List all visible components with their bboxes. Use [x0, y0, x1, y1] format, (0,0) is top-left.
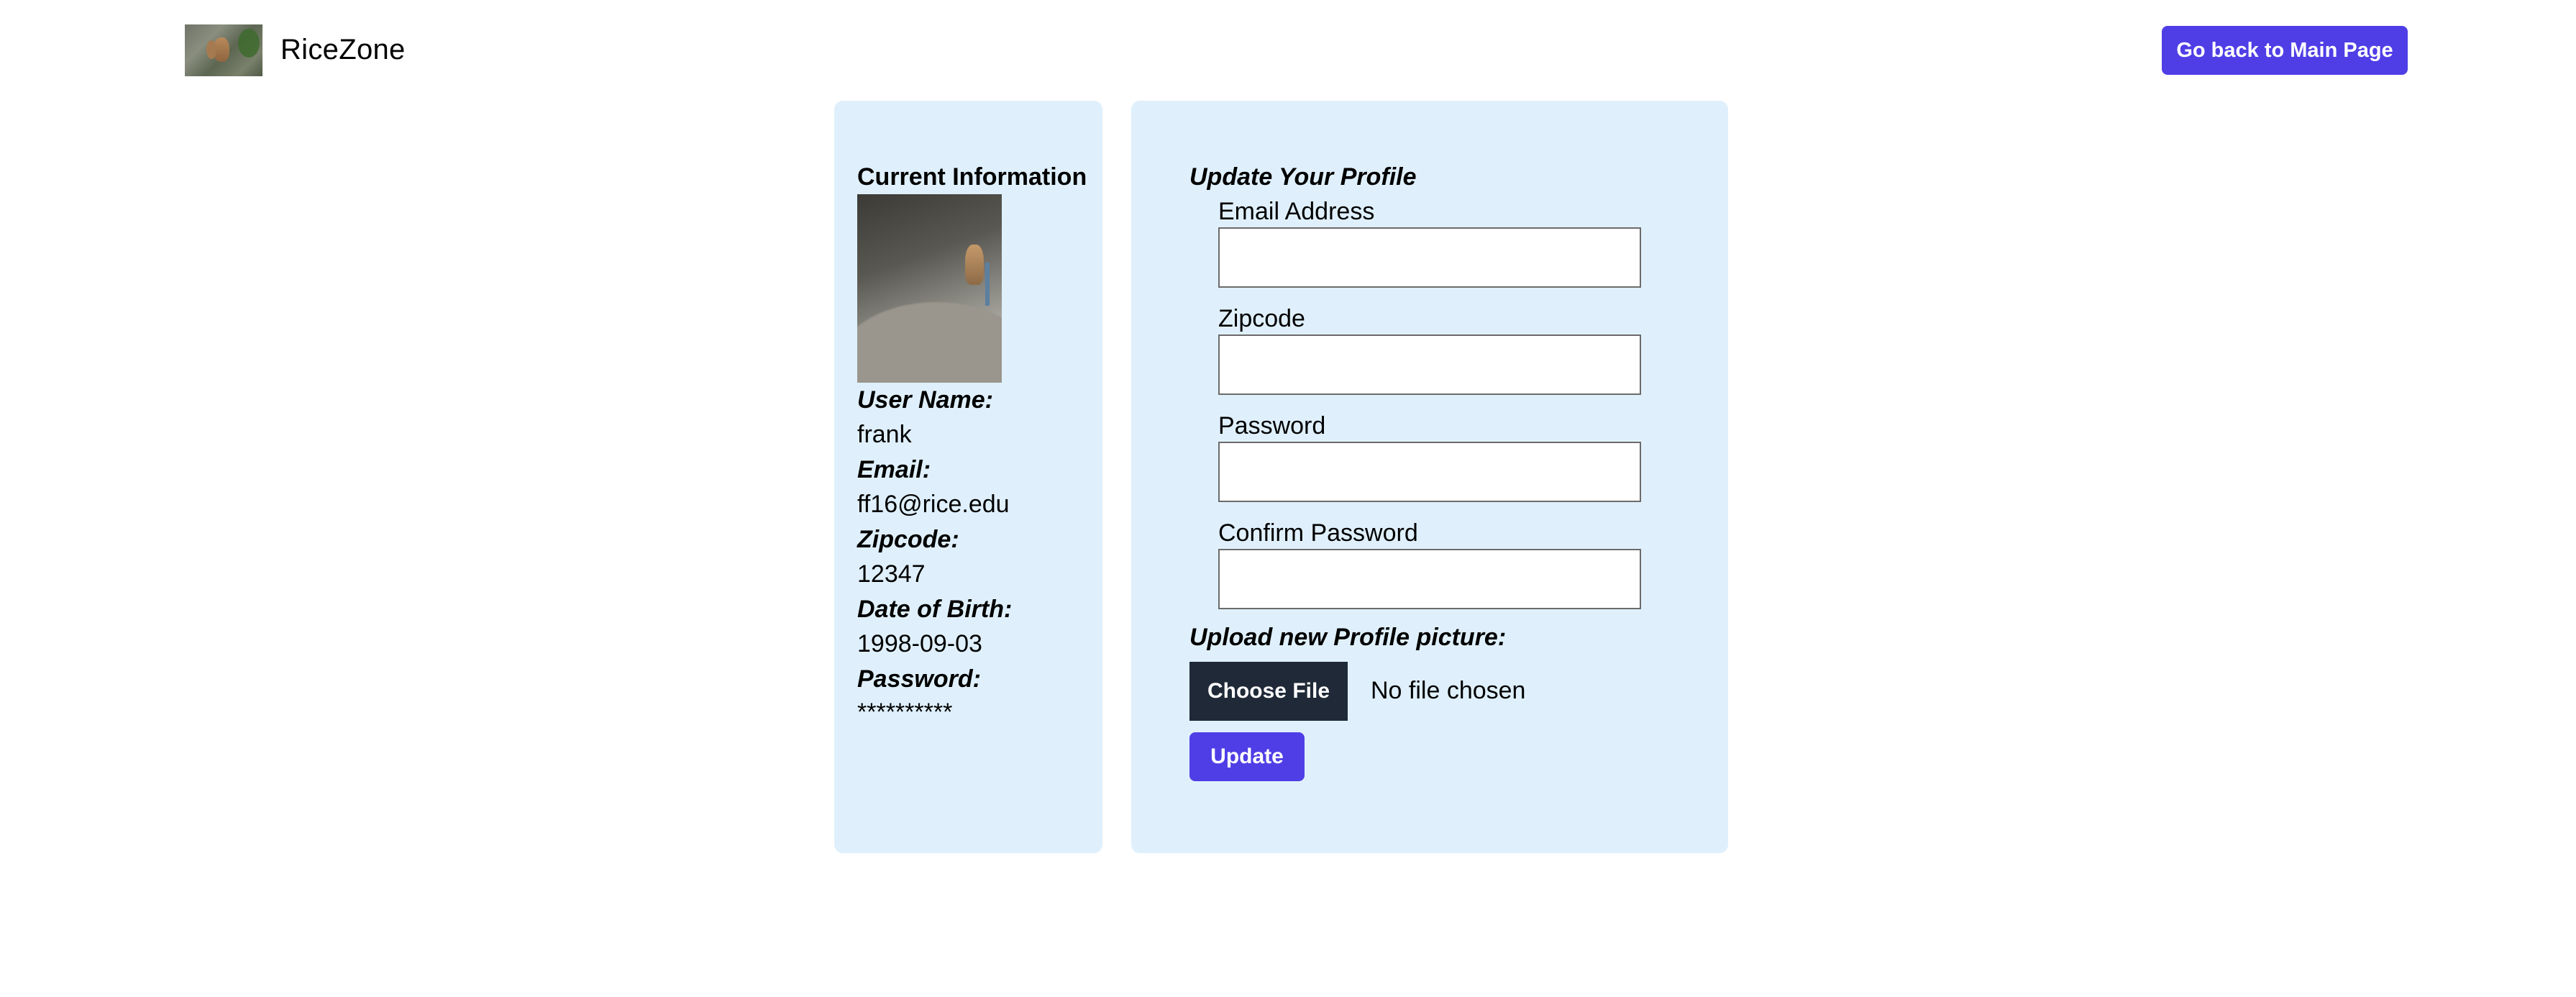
upload-picture-title: Upload new Profile picture:	[1189, 624, 1507, 651]
app-header: RiceZone Go back to Main Page	[0, 0, 2576, 101]
update-button[interactable]: Update	[1189, 732, 1305, 781]
zipcode-input[interactable]	[1218, 334, 1641, 395]
update-profile-title: Update Your Profile	[1189, 163, 1417, 191]
choose-file-button[interactable]: Choose File	[1189, 662, 1348, 721]
password-value: **********	[857, 698, 953, 726]
password-input[interactable]	[1218, 442, 1641, 502]
zipcode-field-label: Zipcode	[1218, 305, 1305, 332]
email-address-input[interactable]	[1218, 227, 1641, 288]
dob-label: Date of Birth:	[857, 596, 1013, 623]
update-profile-panel: Update Your Profile Email Address Zipcod…	[1131, 101, 1728, 853]
password-field-label: Password	[1218, 412, 1326, 440]
confirm-password-input[interactable]	[1218, 549, 1641, 609]
back-to-main-button[interactable]: Go back to Main Page	[2162, 26, 2408, 75]
brand-title: RiceZone	[280, 34, 406, 65]
dob-value: 1998-09-03	[857, 630, 982, 657]
logo-image	[185, 24, 262, 76]
password-label: Password:	[857, 665, 981, 693]
email-address-label: Email Address	[1218, 198, 1375, 225]
email-label: Email:	[857, 456, 931, 483]
username-value: frank	[857, 421, 912, 448]
zipcode-value: 12347	[857, 560, 926, 588]
username-label: User Name:	[857, 386, 993, 414]
zipcode-label: Zipcode:	[857, 526, 959, 553]
profile-picture	[857, 194, 1002, 383]
email-value: ff16@rice.edu	[857, 491, 1010, 518]
current-info-title: Current Information	[857, 163, 1087, 191]
current-info-panel: Current Information User Name: frank Ema…	[834, 101, 1102, 853]
file-status-text: No file chosen	[1371, 677, 1526, 704]
confirm-password-label: Confirm Password	[1218, 519, 1418, 547]
